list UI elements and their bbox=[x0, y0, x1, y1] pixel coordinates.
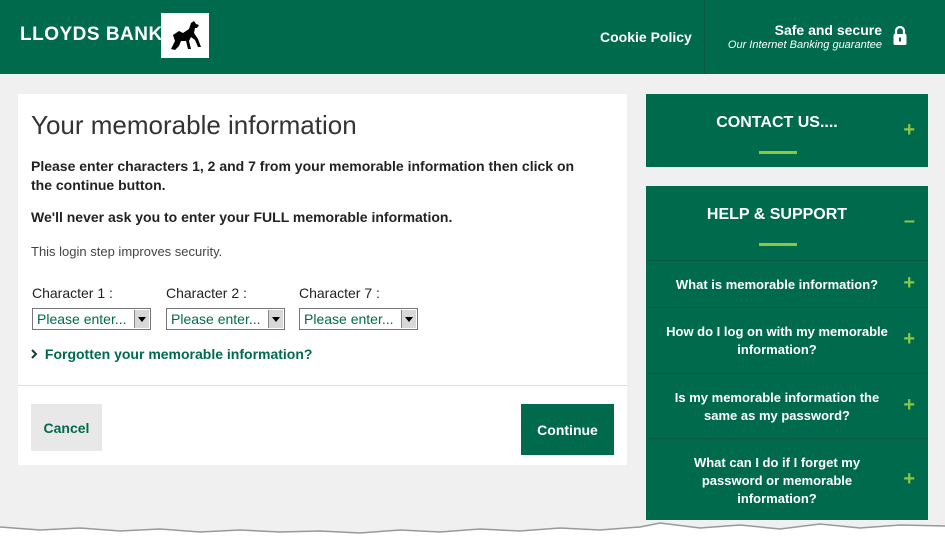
expand-plus-icon[interactable]: + bbox=[903, 328, 915, 351]
cookie-policy-link[interactable]: Cookie Policy bbox=[600, 29, 692, 45]
expand-plus-icon[interactable]: + bbox=[903, 119, 915, 142]
instructions-text: Please enter characters 1, 2 and 7 from … bbox=[31, 158, 575, 193]
security-note: This login step improves security. bbox=[31, 244, 223, 259]
faq-item[interactable]: Is my memorable information the same as … bbox=[646, 373, 928, 438]
faq-label: What is memorable information? bbox=[675, 277, 879, 292]
character-2-select[interactable]: Please enter... bbox=[166, 308, 285, 330]
card-divider bbox=[18, 385, 627, 386]
character-1-label: Character 1 : bbox=[32, 285, 113, 301]
character-1-value: Please enter... bbox=[37, 311, 127, 327]
memorable-info-card: Your memorable information Please enter … bbox=[18, 94, 627, 465]
help-support-panel: HELP & SUPPORT – What is memorable infor… bbox=[646, 186, 928, 526]
torn-edge-decoration bbox=[0, 520, 945, 552]
contact-us-panel[interactable]: CONTACT US.... + bbox=[646, 94, 928, 167]
dropdown-arrow-icon[interactable] bbox=[401, 310, 416, 328]
secure-subtitle: Our Internet Banking guarantee bbox=[727, 39, 882, 51]
contact-underline bbox=[759, 151, 797, 154]
character-7-label: Character 7 : bbox=[299, 285, 380, 301]
character-7-select[interactable]: Please enter... bbox=[299, 308, 418, 330]
cancel-button[interactable]: Cancel bbox=[31, 404, 102, 451]
faq-label: How do I log on with my memorable inform… bbox=[666, 324, 888, 357]
faq-label: Is my memorable information the same as … bbox=[674, 390, 880, 423]
collapse-minus-icon[interactable]: – bbox=[904, 210, 915, 233]
chevron-right-icon bbox=[31, 346, 41, 362]
expand-plus-icon[interactable]: + bbox=[903, 272, 915, 295]
faq-item[interactable]: What is memorable information? + bbox=[646, 260, 928, 307]
warning-text: We'll never ask you to enter your FULL m… bbox=[31, 209, 453, 225]
faq-label: What can I do if I forget my password or… bbox=[693, 455, 861, 506]
header: LLOYDS BANK Cookie Policy Safe and secur… bbox=[0, 0, 945, 74]
dropdown-arrow-icon[interactable] bbox=[268, 310, 283, 328]
character-1-select[interactable]: Please enter... bbox=[32, 308, 151, 330]
forgotten-memorable-info-link[interactable]: Forgotten your memorable information? bbox=[31, 346, 312, 362]
brand-name[interactable]: LLOYDS BANK bbox=[20, 24, 163, 46]
contact-us-title: CONTACT US.... bbox=[716, 114, 838, 131]
character-2-label: Character 2 : bbox=[166, 285, 247, 301]
dropdown-arrow-icon[interactable] bbox=[134, 310, 149, 328]
lock-icon bbox=[892, 25, 908, 51]
safe-and-secure-link[interactable]: Safe and secure Our Internet Banking gua… bbox=[728, 22, 882, 51]
horse-logo-icon[interactable] bbox=[161, 13, 209, 58]
expand-plus-icon[interactable]: + bbox=[903, 468, 915, 491]
character-7-value: Please enter... bbox=[304, 311, 394, 327]
faq-item[interactable]: What can I do if I forget my password or… bbox=[646, 438, 928, 526]
secure-title: Safe and secure bbox=[774, 22, 882, 38]
help-underline bbox=[759, 243, 797, 246]
expand-plus-icon[interactable]: + bbox=[903, 394, 915, 417]
forgotten-link-label: Forgotten your memorable information? bbox=[44, 346, 313, 362]
header-divider bbox=[704, 0, 705, 74]
character-2-value: Please enter... bbox=[171, 311, 261, 327]
continue-button[interactable]: Continue bbox=[521, 404, 614, 455]
page-title: Your memorable information bbox=[31, 110, 357, 140]
help-support-title: HELP & SUPPORT bbox=[706, 206, 848, 223]
faq-item[interactable]: How do I log on with my memorable inform… bbox=[646, 307, 928, 373]
